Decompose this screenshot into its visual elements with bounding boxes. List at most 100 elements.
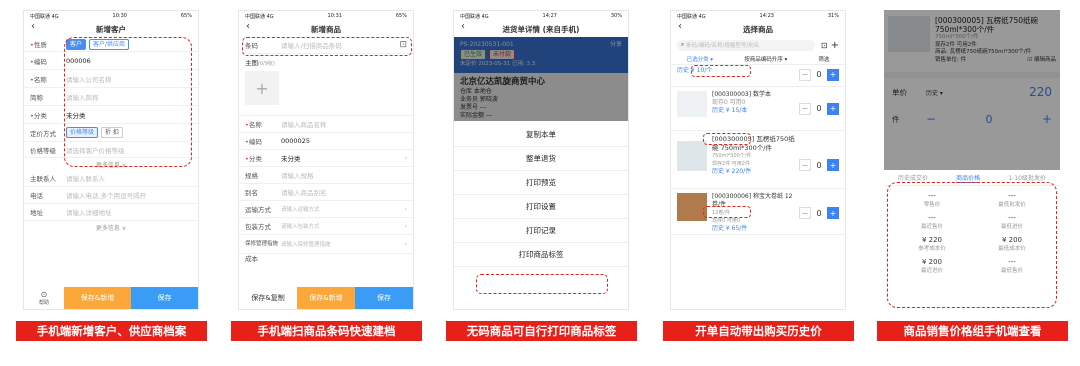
save-and-new-button[interactable]: 保存&新增	[297, 287, 355, 309]
search-icon: ⌕	[681, 41, 685, 48]
code-field[interactable]: 0000025	[281, 137, 310, 145]
minus-button[interactable]: −	[799, 207, 811, 219]
action-bar: 保存&复制 保存&新增 保存	[239, 287, 413, 309]
chevron-right-icon: ›	[404, 205, 407, 213]
help-button[interactable]: ⊙ 帮助	[24, 287, 64, 309]
scan-icon[interactable]: ⊡	[821, 41, 828, 50]
back-icon[interactable]: ‹	[678, 21, 682, 32]
nav-bar: ‹ 新增客户	[24, 21, 198, 37]
save-and-copy-button[interactable]: 保存&复制	[239, 287, 297, 309]
nav-bar: ‹ 选择商品	[671, 21, 845, 37]
clock: 10:30	[112, 13, 127, 19]
spec-field[interactable]: 请输入规格	[281, 170, 314, 180]
caption-print-labels: 无码商品可自行打印商品标签	[446, 321, 637, 341]
tab-wholesale[interactable]: 1-10级批发价	[1008, 173, 1046, 182]
plus-icon: +	[255, 78, 269, 98]
highlight-frame	[703, 206, 751, 218]
product-item[interactable]: [000300003] 数学本 现存0 可用0 历史 ¥ 15/本 −0 +	[671, 87, 845, 131]
qty-stepper: −0 +	[799, 159, 839, 171]
nav-bar: ‹ 新增商品	[239, 21, 413, 37]
save-and-new-button[interactable]: 保存&新增	[64, 287, 131, 309]
shipping-row[interactable]: 运输方式 请输入运输方式 ›	[239, 201, 413, 218]
more-info-toggle[interactable]: 更多信息 ∨	[24, 221, 198, 233]
contact-row: 主联系人 请输入联系人	[24, 170, 198, 187]
address-field[interactable]: 请输入详细地址	[66, 207, 112, 217]
filter-button[interactable]: 筛选	[818, 55, 829, 63]
plus-button[interactable]: +	[827, 207, 839, 219]
plus-button[interactable]: +	[827, 68, 839, 81]
add-image-button[interactable]: +	[245, 71, 279, 105]
status-bar: 中国联通 4G 10:30 65%	[24, 11, 198, 21]
warranty-row[interactable]: 保修管理指施 请输入保修管理措施 ›	[239, 235, 413, 254]
product-image	[677, 91, 707, 117]
tab-product-price[interactable]: 商品价格	[956, 173, 981, 183]
highlight-frame	[64, 37, 192, 167]
category-row[interactable]: •分类 未分类 ›	[239, 150, 413, 167]
search-bar: ⌕ 条码/编码/名称/规格型号/别名 ⊡ +	[671, 37, 845, 53]
qty-stepper: −0 +	[799, 207, 839, 219]
highlight-frame	[476, 274, 608, 294]
copy-order-item[interactable]: 复制本单	[454, 123, 628, 147]
address-row: 地址 请输入详细地址	[24, 204, 198, 221]
plus-button[interactable]: +	[827, 159, 839, 171]
phone-field[interactable]: 请输入电话,多个用逗号隔开	[66, 190, 146, 200]
dim-overlay	[454, 37, 628, 121]
phone-new-customer: 中国联通 4G 10:30 65% ‹ 新增客户 •性质 客户 客户/供应商 •编码 000…	[23, 10, 199, 310]
help-icon: ⊙	[40, 290, 48, 299]
print-labels-item[interactable]: 打印商品标签	[454, 243, 628, 267]
sort-filter[interactable]: 按商品编码升序 ▾	[744, 55, 787, 63]
filter-bar: 已选分类 ▾ 按商品编码升序 ▾ 筛选	[671, 53, 845, 65]
carrier: 中国联通 4G	[30, 13, 59, 20]
alias-field[interactable]: 请输入商品别名	[281, 187, 327, 197]
back-icon[interactable]: ‹	[31, 21, 35, 32]
battery: 65%	[180, 13, 192, 19]
minus-button[interactable]: −	[799, 102, 811, 115]
page-title: 新增商品	[311, 24, 341, 34]
tab-history[interactable]: 历史成交价	[898, 173, 928, 182]
contact-field[interactable]: 请输入联系人	[66, 173, 105, 183]
category-filter[interactable]: 已选分类 ▾	[687, 55, 714, 63]
save-button[interactable]: 保存	[131, 287, 198, 309]
product-item[interactable]: [000300005] 瓦楞纸750纸碗 750ml*300个/件 750ml*3…	[671, 131, 845, 189]
cost-row: 成本	[245, 255, 258, 263]
packing-row[interactable]: 包装方式 请输入包装方式 ›	[239, 218, 413, 235]
phone-price-group: [000300005] 瓦楞纸750纸碗 750ml*300个/件 750ml*…	[884, 10, 1060, 310]
back-icon[interactable]: ‹	[461, 21, 465, 32]
alias-row: 别名 请输入商品别名	[239, 184, 413, 201]
save-button[interactable]: 保存	[355, 287, 413, 309]
highlight-frame	[242, 37, 412, 56]
caption-price-group: 商品销售价格组手机端查看	[877, 321, 1068, 341]
product-image	[677, 193, 707, 221]
phone-row: 电话 请输入电话,多个用逗号隔开	[24, 187, 198, 204]
minus-button[interactable]: −	[799, 68, 811, 81]
action-bar: ⊙ 帮助 保存&新增 保存	[24, 287, 198, 309]
code-row: •编码 0000025	[239, 133, 413, 150]
chevron-right-icon: ›	[404, 222, 407, 230]
qty-stepper: −0 +	[799, 91, 839, 126]
product-item[interactable]: [000300006] 称宝大卷纸 12卷/件 12卷/件 现存0 可用0 历史 ¥ …	[671, 189, 845, 235]
caption-history-price: 开单自动带出购买历史价	[663, 321, 854, 341]
qty-stepper: −0 +	[799, 67, 839, 82]
print-history-item[interactable]: 打印记录	[454, 219, 628, 243]
name-row: •名称 请输入商品名称	[239, 116, 413, 133]
plus-button[interactable]: +	[827, 102, 839, 115]
add-icon[interactable]: +	[831, 40, 839, 51]
name-field[interactable]: 请输入商品名称	[281, 119, 327, 129]
phone-new-product: 中国联通 4G 10:31 65% ‹ 新增商品 条码 请输入/扫描商品条码 ⊡ 主图(0…	[238, 10, 414, 310]
minus-button[interactable]: −	[799, 159, 811, 171]
caption-new-customer: 手机端新增客户、供应商档案	[16, 321, 207, 341]
page-title: 选择商品	[743, 24, 773, 34]
phone-select-product: 中国联通 4G 14:23 31% ‹ 选择商品 ⌕ 条码/编码/名称/规格型号/别名…	[670, 10, 846, 310]
action-sheet: 复制本单 整单退货 打印预览 打印设置 打印记录 打印商品标签	[454, 123, 628, 267]
print-settings-item[interactable]: 打印设置	[454, 195, 628, 219]
highlight-frame	[703, 133, 751, 145]
highlight-frame	[691, 65, 751, 77]
spec-row: 规格 请输入规格	[239, 167, 413, 184]
image-section: 主图(0/9张) +	[239, 54, 413, 116]
dim-overlay	[884, 10, 1060, 170]
print-preview-item[interactable]: 打印预览	[454, 171, 628, 195]
return-order-item[interactable]: 整单退货	[454, 147, 628, 171]
page-title: 新增客户	[96, 24, 126, 34]
search-input[interactable]: ⌕ 条码/编码/名称/规格型号/别名	[677, 39, 815, 51]
back-icon[interactable]: ‹	[246, 21, 250, 32]
